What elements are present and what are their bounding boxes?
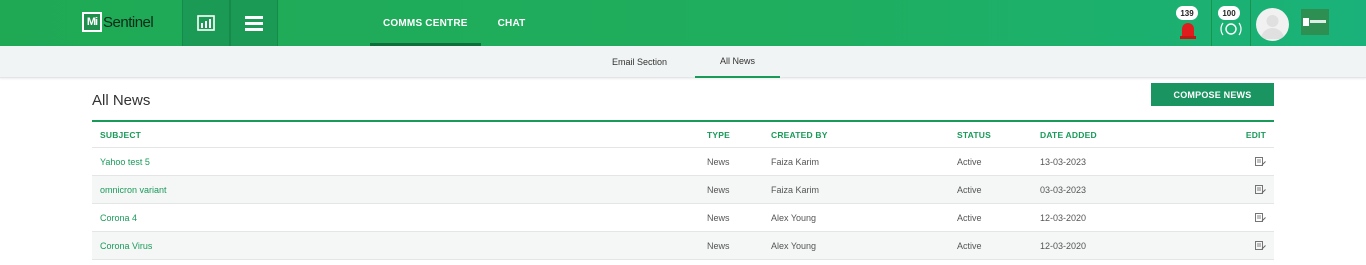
row-created-by: Alex Young	[771, 240, 817, 251]
row-created-by: Alex Young	[771, 212, 817, 223]
row-type: News	[707, 156, 730, 167]
row-subject[interactable]: omnicron variant	[100, 176, 167, 203]
edit-button[interactable]	[1255, 204, 1266, 231]
app-logo[interactable]: Mi Sentinel	[82, 10, 154, 34]
broadcast-icon	[1220, 22, 1242, 36]
edit-button[interactable]	[1255, 148, 1266, 175]
row-type: News	[707, 212, 730, 223]
alarm-siren-icon	[1180, 23, 1196, 39]
row-status: Active	[957, 184, 982, 195]
row-date-added: 03-03-2023	[1040, 184, 1087, 195]
row-subject[interactable]: Corona 4	[100, 204, 137, 231]
table-row: omnicron variant News Faiza Karim Active…	[92, 176, 1274, 204]
row-status: Active	[957, 212, 982, 223]
page-title: All News	[92, 92, 151, 109]
table-header-row: SUBJECT TYPE CREATED BY STATUS DATE ADDE…	[92, 122, 1274, 148]
row-type: News	[707, 184, 730, 195]
column-header-subject[interactable]: SUBJECT	[100, 122, 141, 147]
row-subject[interactable]: Corona Virus	[100, 232, 152, 259]
tab-comms-centre[interactable]: COMMS CENTRE	[370, 0, 481, 46]
column-header-date-added[interactable]: DATE ADDED	[1040, 122, 1097, 147]
edit-icon	[1255, 240, 1266, 250]
edit-button[interactable]	[1255, 232, 1266, 259]
notifications-button[interactable]: 100	[1218, 6, 1246, 42]
edit-button[interactable]	[1255, 176, 1266, 203]
sentinel-logo-icon	[1303, 18, 1326, 26]
alerts-count-badge: 139	[1176, 6, 1198, 20]
top-navigation-bar: Mi Sentinel COMMS CENTRE CHAT 139 100	[0, 0, 1366, 46]
logo-mark: Mi	[82, 12, 102, 32]
table-row: Yahoo test 5 News Faiza Karim Active 13-…	[92, 148, 1274, 176]
divider	[1250, 0, 1251, 46]
bar-chart-icon	[197, 15, 215, 31]
row-created-by: Faiza Karim	[771, 184, 820, 195]
row-status: Active	[957, 240, 982, 251]
column-header-status[interactable]: STATUS	[957, 122, 991, 147]
compose-news-button[interactable]: COMPOSE NEWS	[1151, 83, 1274, 106]
edit-icon	[1255, 184, 1266, 194]
dashboard-chart-button[interactable]	[182, 0, 230, 46]
edit-icon	[1255, 156, 1266, 166]
row-subject[interactable]: Yahoo test 5	[100, 148, 150, 175]
main-tabs: COMMS CENTRE CHAT	[370, 0, 538, 46]
column-header-edit: EDIT	[1245, 129, 1266, 140]
news-table: SUBJECT TYPE CREATED BY STATUS DATE ADDE…	[92, 120, 1274, 260]
tab-all-news[interactable]: All News	[695, 46, 780, 78]
column-header-type[interactable]: TYPE	[707, 122, 730, 147]
row-status: Active	[957, 156, 982, 167]
logo-text: Sentinel	[103, 13, 154, 31]
column-header-created-by[interactable]: CREATED BY	[771, 122, 828, 147]
company-logo[interactable]	[1301, 9, 1329, 35]
row-date-added: 12-03-2020	[1040, 240, 1087, 251]
row-date-added: 12-03-2020	[1040, 212, 1087, 223]
edit-icon	[1255, 212, 1266, 222]
hamburger-menu-button[interactable]	[230, 0, 278, 46]
user-silhouette-icon	[1261, 15, 1284, 39]
alerts-button[interactable]: 139	[1176, 6, 1202, 42]
menu-icon	[245, 16, 263, 31]
row-type: News	[707, 240, 730, 251]
tab-chat[interactable]: CHAT	[485, 0, 539, 46]
table-row: Corona 4 News Alex Young Active 12-03-20…	[92, 204, 1274, 232]
divider	[1211, 0, 1212, 46]
user-avatar[interactable]	[1256, 8, 1289, 41]
sub-navigation-bar: Email Section All News	[0, 46, 1366, 78]
row-date-added: 13-03-2023	[1040, 156, 1087, 167]
row-created-by: Faiza Karim	[771, 156, 820, 167]
tab-email-section[interactable]: Email Section	[593, 46, 686, 78]
table-row: Corona Virus News Alex Young Active 12-0…	[92, 232, 1274, 260]
notifications-count-badge: 100	[1218, 6, 1240, 20]
